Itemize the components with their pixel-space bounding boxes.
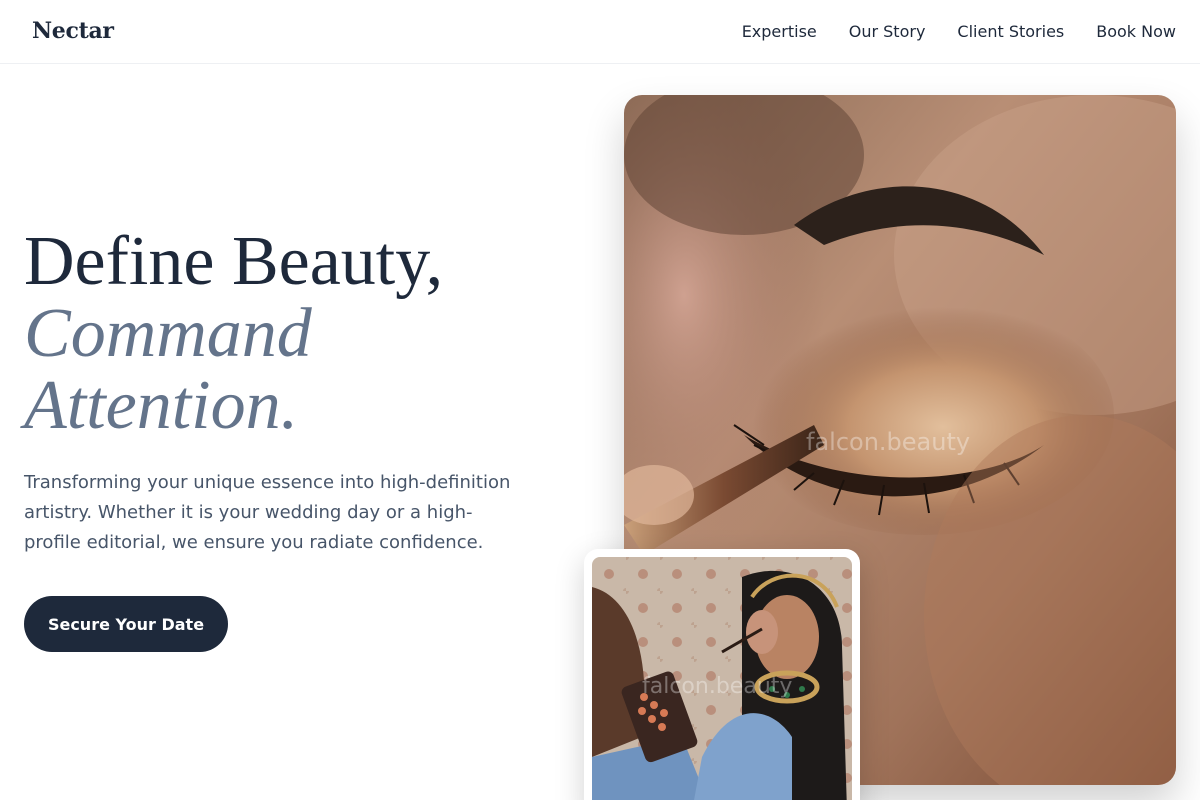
hero-title-accent: Command Attention. bbox=[24, 295, 312, 444]
nav-link-book-now[interactable]: Book Now bbox=[1096, 21, 1176, 43]
hero-title: Define Beauty, Command Attention. bbox=[24, 226, 584, 442]
secure-date-button[interactable]: Secure Your Date bbox=[24, 596, 228, 652]
site-header: Nectar Expertise Our Story Client Storie… bbox=[0, 0, 1200, 64]
secondary-image-watermark: falcon.beauty bbox=[642, 674, 792, 699]
main-nav: Expertise Our Story Client Stories Book … bbox=[742, 21, 1176, 43]
hero-description: Transforming your unique essence into hi… bbox=[24, 472, 511, 553]
secondary-image-card: falcon.beauty bbox=[584, 549, 860, 800]
nav-link-expertise[interactable]: Expertise bbox=[742, 21, 817, 43]
nav-link-our-story[interactable]: Our Story bbox=[849, 21, 926, 43]
brand-logo[interactable]: Nectar bbox=[32, 18, 114, 44]
artist-at-work-image: falcon.beauty bbox=[592, 557, 852, 800]
artist-photo: falcon.beauty bbox=[592, 557, 852, 800]
hero-title-line: Define Beauty, bbox=[24, 223, 444, 300]
nav-link-client-stories[interactable]: Client Stories bbox=[957, 21, 1064, 43]
